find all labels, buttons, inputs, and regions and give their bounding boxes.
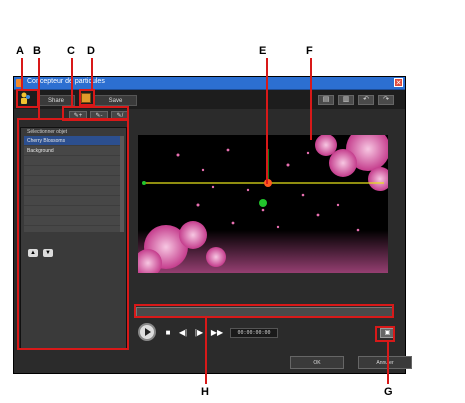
copy-icon[interactable]: ▥: [338, 95, 354, 105]
library-icon[interactable]: ▤: [318, 95, 334, 105]
highlight-screen-button: [375, 326, 395, 342]
undo-icon[interactable]: ↶: [358, 95, 374, 105]
close-icon[interactable]: ✕: [394, 78, 403, 87]
redo-icon[interactable]: ↷: [378, 95, 394, 105]
callout-a: A: [16, 45, 24, 57]
highlight-save-area: [79, 89, 95, 106]
callout-c: C: [67, 45, 75, 57]
callout-h: H: [201, 386, 209, 398]
play-button[interactable]: [138, 323, 156, 341]
cancel-button[interactable]: Annuler: [358, 356, 412, 369]
highlight-timeline: [134, 304, 394, 318]
callout-f: F: [306, 45, 313, 57]
previous-frame-button[interactable]: ◀|: [176, 326, 190, 340]
ok-button[interactable]: OK: [290, 356, 344, 369]
callout-d: D: [87, 45, 95, 57]
callout-e: E: [259, 45, 267, 57]
leader-f: [310, 58, 312, 140]
stop-button[interactable]: ■: [162, 326, 174, 340]
leader-c: [71, 58, 73, 106]
callout-g: G: [384, 386, 393, 398]
leader-e: [266, 58, 268, 184]
leader-d: [91, 58, 93, 89]
callout-b: B: [33, 45, 41, 57]
highlight-object-panel: [17, 118, 129, 350]
highlight-share-area: [16, 89, 39, 108]
play-icon: [145, 328, 151, 336]
direction-handle[interactable]: [259, 199, 267, 207]
leader-b: [38, 58, 40, 118]
timecode-display: 00:00:00:00: [230, 328, 278, 338]
leader-g: [387, 342, 389, 384]
path-start-handle[interactable]: [142, 181, 146, 185]
leader-h: [205, 318, 207, 384]
save-button[interactable]: Save: [94, 95, 137, 106]
fast-forward-button[interactable]: ▶▶: [209, 326, 225, 340]
leader-a: [21, 58, 23, 89]
preview-window[interactable]: [138, 135, 388, 273]
next-frame-button[interactable]: |▶: [192, 326, 206, 340]
highlight-object-tools: [62, 106, 129, 121]
share-button[interactable]: Share: [37, 95, 75, 106]
